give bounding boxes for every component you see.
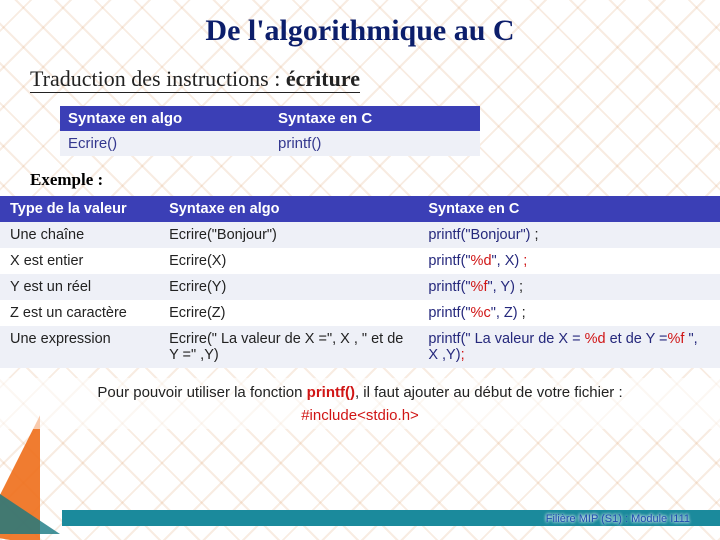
footnote-line1: Pour pouvoir utiliser la fonction printf… <box>0 382 720 405</box>
subtitle-bold: écriture <box>286 66 360 93</box>
cell-type: Y est un réel <box>0 274 159 300</box>
header-c: Syntaxe en C <box>270 106 480 131</box>
code-format: %f <box>471 279 488 295</box>
cell-type: Z est un caractère <box>0 300 159 326</box>
cell-c: printf(" La valeur de X = %d et de Y =%f… <box>418 326 720 368</box>
footer-text: Filière MIP (S1) : Module I111 <box>546 513 690 525</box>
code-format2: %f <box>668 331 685 347</box>
footnote: Pour pouvoir utiliser la fonction printf… <box>0 378 720 429</box>
code-pre: printf(" <box>428 305 470 321</box>
code-pre: printf(" La valeur de X = <box>428 331 584 347</box>
page-title: De l'algorithmique au C <box>0 0 720 48</box>
code-segment: printf("Bonjour") <box>428 227 530 243</box>
code-tail: ; <box>531 227 539 243</box>
cell-c: printf("%f", Y) ; <box>418 274 720 300</box>
cell-c: printf("%c", Z) ; <box>418 300 720 326</box>
code-tail: ; <box>518 305 526 321</box>
syntax-table-small: Syntaxe en algo Syntaxe en C Ecrire() pr… <box>60 106 480 156</box>
note-text: Pour pouvoir utiliser la fonction <box>97 384 306 401</box>
table-row: Une chaîne Ecrire("Bonjour") printf("Bon… <box>0 222 720 248</box>
table-row: Z est un caractère Ecrire(Z) printf("%c"… <box>0 300 720 326</box>
code-format: %d <box>471 253 492 269</box>
header-c: Syntaxe en C <box>418 196 720 222</box>
header-algo: Syntaxe en algo <box>60 106 270 131</box>
cell-type: Une expression <box>0 326 159 368</box>
code-tail: ; <box>461 347 465 363</box>
cell-algo: Ecrire(X) <box>159 248 418 274</box>
cell-type: X est entier <box>0 248 159 274</box>
slide: De l'algorithmique au C Traduction des i… <box>0 0 720 540</box>
table-header-row: Type de la valeur Syntaxe en algo Syntax… <box>0 196 720 222</box>
code-tail: ; <box>515 279 523 295</box>
subtitle-prefix: Traduction des instructions : <box>30 66 286 93</box>
cell-type: Une chaîne <box>0 222 159 248</box>
code-post: ", Z) <box>491 305 518 321</box>
table-row: X est entier Ecrire(X) printf("%d", X) ; <box>0 248 720 274</box>
table-header-row: Syntaxe en algo Syntaxe en C <box>60 106 480 131</box>
header-type: Type de la valeur <box>0 196 159 222</box>
cell-algo: Ecrire(Y) <box>159 274 418 300</box>
code-mid: et de Y = <box>606 331 668 347</box>
code-format: %c <box>471 305 491 321</box>
code-tail: ; <box>519 253 527 269</box>
cell-c: printf() <box>270 131 480 156</box>
cell-algo: Ecrire() <box>60 131 270 156</box>
table-row: Y est un réel Ecrire(Y) printf("%f", Y) … <box>0 274 720 300</box>
cell-c: printf("%d", X) ; <box>418 248 720 274</box>
code-pre: printf(" <box>428 253 470 269</box>
code-format: %d <box>585 331 606 347</box>
note-text2: , il faut ajouter au début de votre fich… <box>355 384 623 401</box>
example-table: Type de la valeur Syntaxe en algo Syntax… <box>0 196 720 368</box>
table-row: Une expression Ecrire(" La valeur de X =… <box>0 326 720 368</box>
example-label: Exemple : <box>0 156 720 196</box>
table-row: Ecrire() printf() <box>60 131 480 156</box>
code-post: ", X) <box>492 253 520 269</box>
code-pre: printf(" <box>428 279 470 295</box>
code-post: ", Y) <box>487 279 514 295</box>
cell-c: printf("Bonjour") ; <box>418 222 720 248</box>
cell-algo: Ecrire("Bonjour") <box>159 222 418 248</box>
cell-algo: Ecrire(" La valeur de X =", X , " et de … <box>159 326 418 368</box>
section-subtitle: Traduction des instructions : écriture <box>0 48 720 100</box>
footnote-include: #include<stdio.h> <box>0 405 720 428</box>
cell-algo: Ecrire(Z) <box>159 300 418 326</box>
header-algo: Syntaxe en algo <box>159 196 418 222</box>
note-fn: printf() <box>307 384 355 401</box>
